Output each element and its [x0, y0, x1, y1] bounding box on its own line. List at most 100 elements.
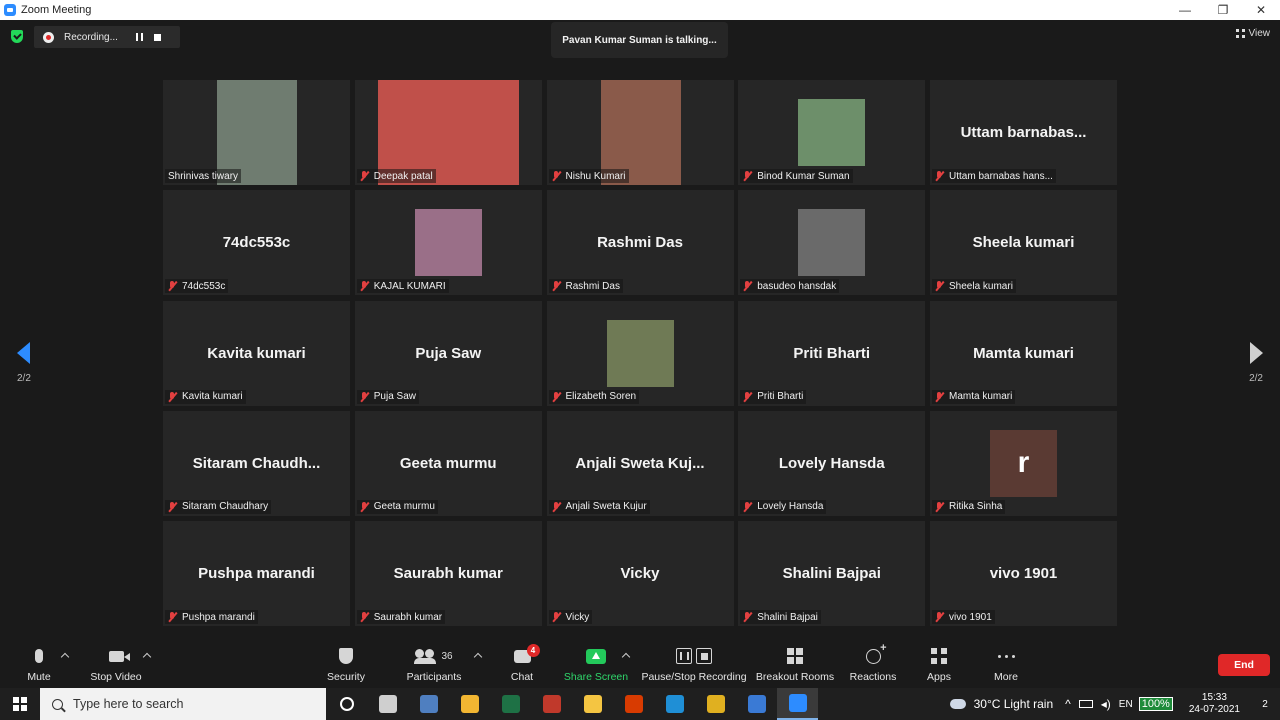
participant-name-label: Kavita kumari	[165, 389, 246, 404]
participant-tile[interactable]: Mamta kumari Mamta kumari	[930, 300, 1117, 406]
search-placeholder: Type here to search	[73, 697, 184, 711]
participant-name-label: Uttam barnabas hans...	[932, 169, 1056, 183]
security-button[interactable]: Security	[326, 632, 366, 688]
taskbar-task-view-button[interactable]	[326, 688, 367, 720]
participant-tile[interactable]: r Ritika Sinha	[930, 410, 1117, 516]
language-indicator[interactable]: EN	[1119, 699, 1133, 710]
participant-tile[interactable]: Deepak patal	[354, 80, 542, 185]
participant-tile[interactable]: Kavita kumari Kavita kumari	[163, 300, 350, 406]
taskbar-edge-button[interactable]	[654, 688, 695, 720]
participant-tile[interactable]: Nishu Kumari	[546, 80, 734, 185]
participant-tile[interactable]: Geeta murmu Geeta murmu	[354, 410, 542, 516]
participant-name-label: Shalini Bajpai	[740, 610, 821, 624]
taskbar-excel-button[interactable]	[490, 688, 531, 720]
stop-video-button[interactable]: Stop Video	[88, 632, 144, 688]
search-icon	[52, 698, 63, 710]
participant-tile[interactable]: Sheela kumari Sheela kumari	[930, 190, 1117, 296]
breakout-rooms-button[interactable]: Breakout Rooms	[756, 632, 834, 688]
participant-tile[interactable]: KAJAL KUMARI	[354, 190, 542, 296]
volume-icon[interactable]: ◂)	[1101, 697, 1111, 711]
participant-tile[interactable]: Priti Bharti Priti Bharti	[738, 300, 926, 406]
apps-button[interactable]: Apps	[924, 632, 954, 688]
participant-name-label: Mamta kumari	[932, 389, 1016, 404]
taskbar-photos-button[interactable]	[736, 688, 777, 720]
taskbar-zoom-button[interactable]	[777, 688, 818, 720]
mic-muted-icon	[743, 171, 752, 181]
view-button[interactable]: View	[1235, 28, 1270, 39]
mic-muted-icon	[743, 612, 752, 622]
clock-time: 15:33	[1201, 692, 1227, 703]
taskbar-file-explorer-button[interactable]	[572, 688, 613, 720]
close-button[interactable]: ✕	[1242, 0, 1280, 20]
taskbar-store-button[interactable]	[449, 688, 490, 720]
participant-tile[interactable]: Uttam barnabas... Uttam barnabas hans...	[930, 80, 1117, 185]
video-camera-icon	[108, 650, 130, 662]
audio-options-caret-icon[interactable]	[60, 652, 70, 662]
minimize-button[interactable]: —	[1166, 0, 1204, 20]
more-button[interactable]: More	[990, 632, 1022, 688]
mic-muted-icon	[168, 281, 177, 291]
office-icon	[624, 695, 643, 713]
mute-button[interactable]: Mute	[22, 632, 56, 688]
taskbar-widgets-button[interactable]	[367, 688, 408, 720]
participant-name: Ritika Sinha	[949, 501, 1003, 513]
end-meeting-button[interactable]: End	[1218, 654, 1270, 676]
pause-stop-recording-button[interactable]: Pause/Stop Recording	[641, 632, 747, 688]
excel-icon	[501, 695, 520, 713]
taskbar-app-red-button[interactable]	[531, 688, 572, 720]
pause-recording-button[interactable]	[130, 28, 148, 46]
encryption-shield-icon[interactable]	[11, 30, 23, 43]
previous-page-arrow-icon[interactable]	[17, 342, 30, 364]
mic-muted-icon	[552, 612, 561, 622]
meeting-toolbar: Mute Stop Video Security 36 Participants…	[0, 632, 1280, 688]
taskbar-search-input[interactable]: Type here to search	[40, 688, 326, 720]
taskbar-chrome-button[interactable]	[695, 688, 736, 720]
participant-name: Anjali Sweta Kujur	[565, 501, 647, 513]
participant-tile[interactable]: basudeo hansdak	[738, 190, 926, 296]
notifications-icon[interactable]: 2	[1250, 699, 1280, 710]
maximize-button[interactable]: ❐	[1204, 0, 1242, 20]
window-title: Zoom Meeting	[21, 4, 92, 16]
stop-icon	[153, 33, 161, 41]
pause-stop-recording-label: Pause/Stop Recording	[641, 671, 747, 683]
participant-tile[interactable]: Binod Kumar Suman	[738, 80, 926, 185]
participant-tile[interactable]: Shrinivas tiwary	[163, 80, 350, 185]
meeting-stage: Recording... Pavan Kumar Suman is talkin…	[0, 20, 1280, 632]
stop-recording-button[interactable]	[148, 28, 166, 46]
record-dot-icon	[43, 31, 54, 43]
participant-name-label: Nishu Kumari	[548, 169, 629, 183]
taskbar-office-button[interactable]	[613, 688, 654, 720]
recording-label: Recording...	[64, 31, 118, 43]
participant-tile[interactable]: Shalini Bajpai Shalini Bajpai	[738, 521, 926, 626]
participant-tile[interactable]: Elizabeth Soren	[546, 300, 734, 406]
clock[interactable]: 15:33 24-07-2021	[1189, 692, 1240, 716]
participants-options-caret-icon[interactable]	[473, 652, 483, 662]
participant-tile[interactable]: Anjali Sweta Kuj... Anjali Sweta Kujur	[546, 410, 734, 516]
taskbar-app-blue-button[interactable]	[408, 688, 449, 720]
tray-chevron-up-icon[interactable]: ^	[1065, 697, 1071, 711]
video-options-caret-icon[interactable]	[142, 652, 152, 662]
security-label: Security	[327, 671, 365, 683]
participants-button[interactable]: 36 Participants	[404, 632, 464, 688]
participant-tile[interactable]: vivo 1901 vivo 1901	[930, 521, 1117, 626]
next-page-arrow-icon[interactable]	[1250, 342, 1263, 364]
mic-muted-icon	[935, 612, 944, 622]
participant-tile[interactable]: Saurabh kumar Saurabh kumar	[354, 521, 542, 626]
share-screen-button[interactable]: Share Screen	[564, 632, 628, 688]
participant-name: Binod Kumar Suman	[757, 170, 850, 182]
reactions-button[interactable]: Reactions	[848, 632, 898, 688]
participant-tile[interactable]: Rashmi Das Rashmi Das	[546, 190, 734, 296]
participant-tile[interactable]: 74dc553c 74dc553c	[163, 190, 350, 296]
participant-tile[interactable]: Pushpa marandi Pushpa marandi	[163, 521, 350, 626]
participant-tile[interactable]: Vicky Vicky	[546, 521, 734, 626]
weather-text[interactable]: 30°C Light rain	[974, 697, 1054, 711]
participant-tile[interactable]: Lovely Hansda Lovely Hansda	[738, 410, 926, 516]
participants-icon	[414, 649, 437, 664]
start-button[interactable]	[0, 688, 40, 720]
chat-button[interactable]: 4 Chat	[508, 632, 540, 688]
battery-icon[interactable]	[1078, 700, 1093, 708]
participant-tile[interactable]: Puja Saw Puja Saw	[354, 300, 542, 406]
participant-name-label: Lovely Hansda	[740, 499, 827, 514]
reactions-label: Reactions	[849, 671, 897, 683]
participant-tile[interactable]: Sitaram Chaudh... Sitaram Chaudhary	[163, 410, 350, 516]
